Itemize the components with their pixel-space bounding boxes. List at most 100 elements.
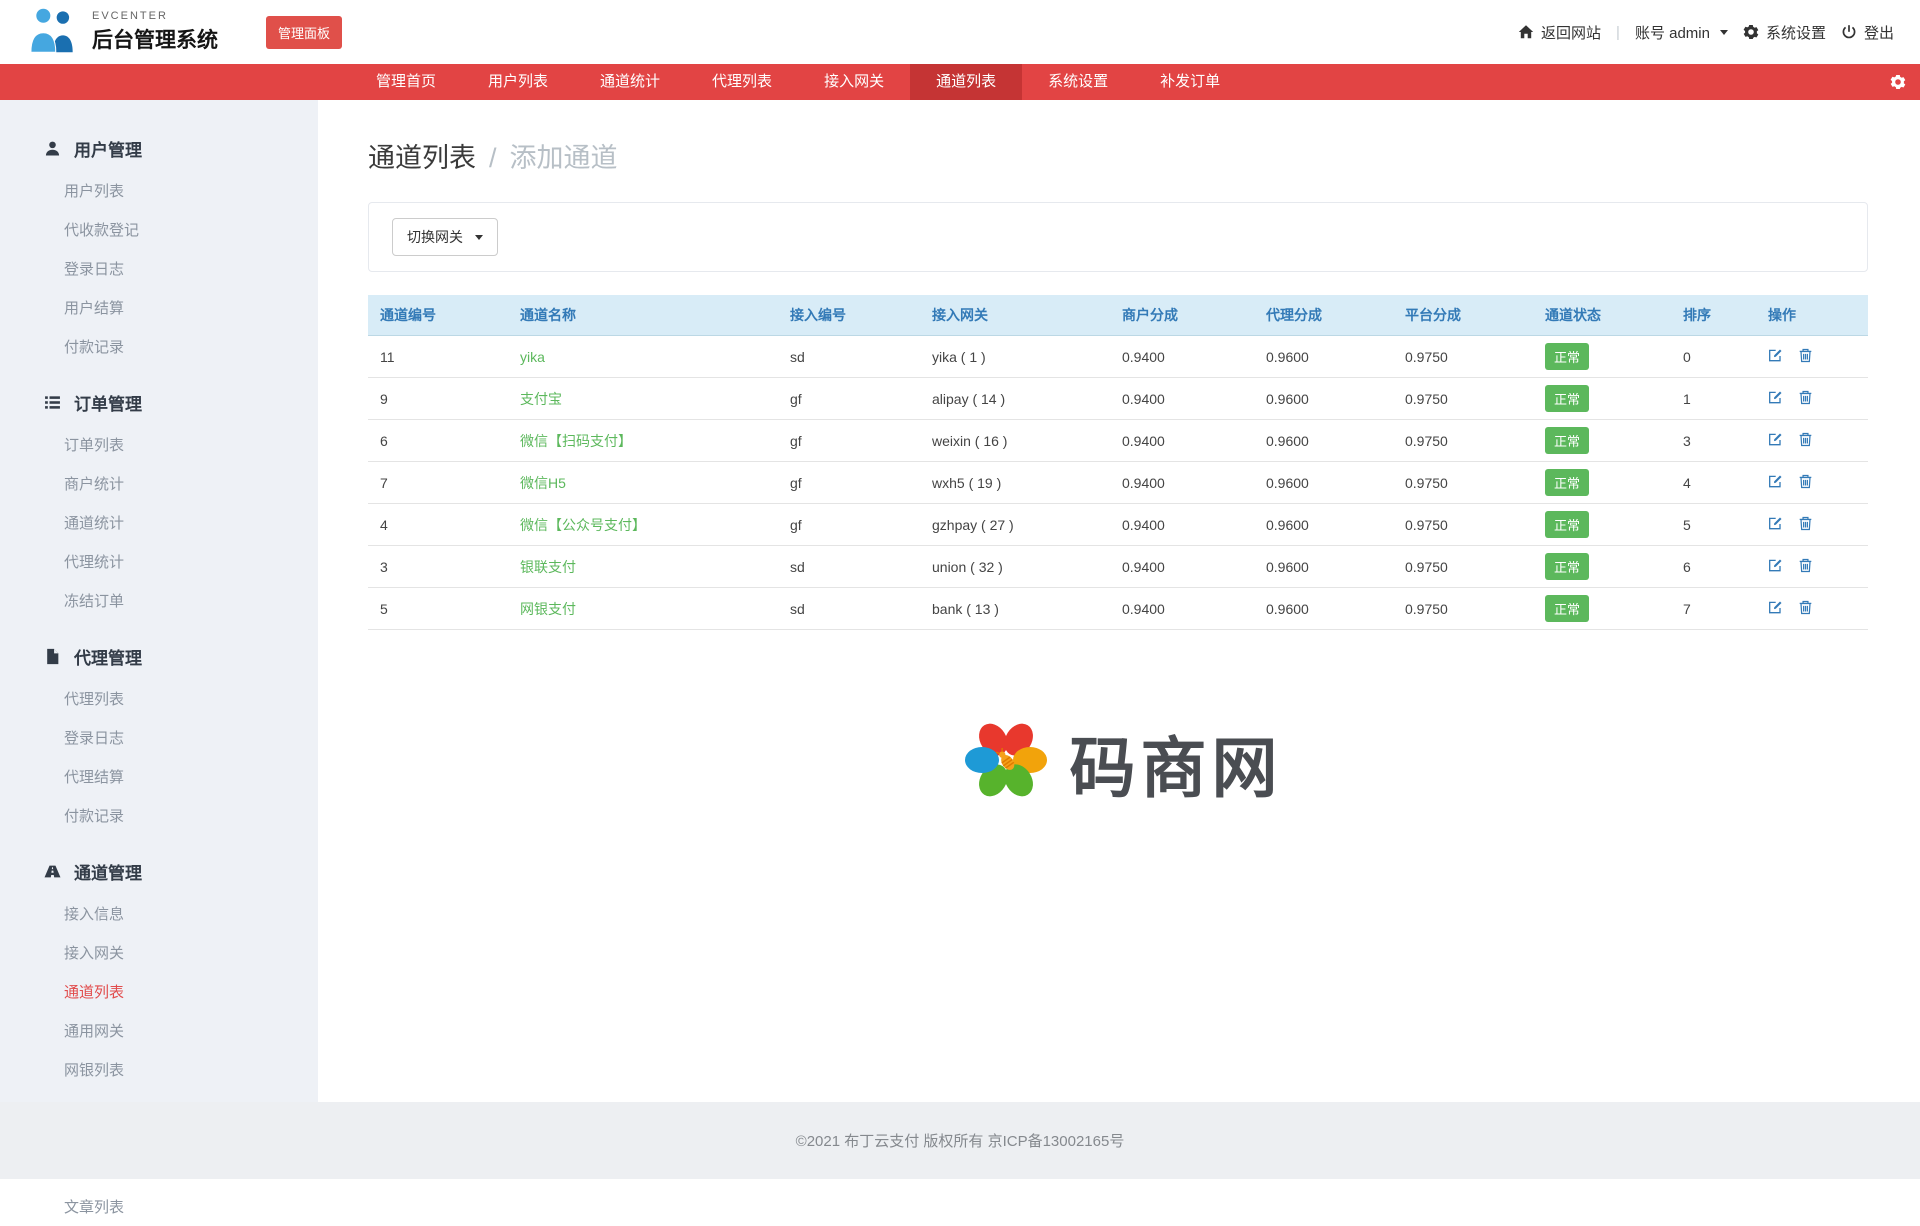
sidebar-item-付款记录[interactable]: 付款记录: [0, 796, 318, 835]
sidebar-item-网银列表[interactable]: 网银列表: [0, 1050, 318, 1089]
cell-merchant-share: 0.9400: [1110, 588, 1254, 630]
copyright-text: ©2021 布丁云支付 版权所有 京ICP备13002165号: [796, 1130, 1125, 1151]
add-channel-link[interactable]: 添加通道: [510, 136, 618, 175]
cell-sort: 4: [1671, 462, 1756, 504]
status-badge: 正常: [1545, 511, 1589, 538]
sidebar-item-通用网关[interactable]: 通用网关: [0, 1011, 318, 1050]
table-row: 3银联支付sdunion ( 32 )0.94000.96000.9750正常6: [368, 546, 1868, 588]
column-header-gateway: 接入网关: [920, 295, 1110, 336]
sidebar-item-接入信息[interactable]: 接入信息: [0, 894, 318, 933]
chevron-down-icon: [1720, 30, 1728, 35]
sidebar-item-付款记录[interactable]: 付款记录: [0, 327, 318, 366]
sidebar-item-用户列表[interactable]: 用户列表: [0, 171, 318, 210]
cell-access-code: sd: [778, 588, 920, 630]
sidebar-section-title[interactable]: 代理管理: [0, 634, 318, 679]
back-site-label: 返回网站: [1541, 22, 1601, 43]
edit-icon[interactable]: [1768, 558, 1783, 576]
brand-subtitle: EVCENTER: [92, 10, 218, 22]
sidebar-item-接入网关[interactable]: 接入网关: [0, 933, 318, 972]
channel-name-link[interactable]: 银联支付: [520, 559, 576, 575]
sidebar-section-title[interactable]: 通道管理: [0, 849, 318, 894]
account-menu[interactable]: 账号 admin: [1635, 22, 1728, 43]
sidebar-item-通道列表[interactable]: 通道列表: [0, 972, 318, 1011]
cell-platform-share: 0.9750: [1393, 420, 1533, 462]
cell-sort: 3: [1671, 420, 1756, 462]
nav-gear-button[interactable]: [1890, 64, 1906, 100]
nav-item-用户列表[interactable]: 用户列表: [462, 64, 574, 100]
edit-icon[interactable]: [1768, 474, 1783, 492]
nav-item-代理列表[interactable]: 代理列表: [686, 64, 798, 100]
trash-icon[interactable]: [1798, 516, 1813, 534]
gear-icon: [1890, 74, 1906, 90]
channel-name-link[interactable]: 支付宝: [520, 391, 562, 407]
channel-name-link[interactable]: 微信H5: [520, 475, 566, 491]
channel-name-link[interactable]: 网银支付: [520, 601, 576, 617]
sidebar-item-代理结算[interactable]: 代理结算: [0, 757, 318, 796]
cell-platform-share: 0.9750: [1393, 504, 1533, 546]
status-badge: 正常: [1545, 385, 1589, 412]
sidebar-item-用户结算[interactable]: 用户结算: [0, 288, 318, 327]
cell-sort: 5: [1671, 504, 1756, 546]
channel-name-link[interactable]: 微信【扫码支付】: [520, 433, 632, 449]
logout-link[interactable]: 登出: [1841, 22, 1894, 43]
cell-access-code: gf: [778, 378, 920, 420]
sidebar-item-文章列表[interactable]: 文章列表: [0, 1187, 318, 1226]
cell-gateway: weixin ( 16 ): [920, 420, 1110, 462]
trash-icon[interactable]: [1798, 558, 1813, 576]
switch-gateway-dropdown[interactable]: 切换网关: [392, 218, 498, 256]
edit-icon[interactable]: [1768, 348, 1783, 366]
sidebar-item-代理列表[interactable]: 代理列表: [0, 679, 318, 718]
trash-icon[interactable]: [1798, 474, 1813, 492]
edit-icon[interactable]: [1768, 390, 1783, 408]
brand-text: EVCENTER 后台管理系统: [92, 10, 218, 54]
breadcrumb: 通道列表 / 添加通道: [368, 136, 1868, 175]
admin-panel-button[interactable]: 管理面板: [266, 16, 342, 49]
nav-item-管理首页[interactable]: 管理首页: [350, 64, 462, 100]
sidebar-item-通道统计[interactable]: 通道统计: [0, 503, 318, 542]
cell-channel-id: 7: [368, 462, 508, 504]
cell-gateway: yika ( 1 ): [920, 336, 1110, 378]
trash-icon[interactable]: [1798, 600, 1813, 618]
edit-icon[interactable]: [1768, 516, 1783, 534]
status-badge: 正常: [1545, 553, 1589, 580]
nav-item-通道统计[interactable]: 通道统计: [574, 64, 686, 100]
nav-item-通道列表[interactable]: 通道列表: [910, 64, 1022, 100]
sidebar-item-代理统计[interactable]: 代理统计: [0, 542, 318, 581]
header-divider: |: [1616, 24, 1620, 41]
footer: ©2021 布丁云支付 版权所有 京ICP备13002165号: [0, 1102, 1920, 1179]
sidebar-item-登录日志[interactable]: 登录日志: [0, 249, 318, 288]
table-row: 4微信【公众号支付】gfgzhpay ( 27 )0.94000.96000.9…: [368, 504, 1868, 546]
channel-name-link[interactable]: 微信【公众号支付】: [520, 517, 646, 533]
brand-title: 后台管理系统: [92, 24, 218, 54]
trash-icon[interactable]: [1798, 432, 1813, 450]
sidebar-item-登录日志[interactable]: 登录日志: [0, 718, 318, 757]
flower-logo-icon: [954, 708, 1058, 817]
nav-item-接入网关[interactable]: 接入网关: [798, 64, 910, 100]
nav-item-系统设置[interactable]: 系统设置: [1022, 64, 1134, 100]
cell-merchant-share: 0.9400: [1110, 336, 1254, 378]
system-settings-link[interactable]: 系统设置: [1743, 22, 1826, 43]
nav-item-补发订单[interactable]: 补发订单: [1134, 64, 1246, 100]
sidebar-item-代收款登记[interactable]: 代收款登记: [0, 210, 318, 249]
trash-icon[interactable]: [1798, 390, 1813, 408]
sidebar-section-title[interactable]: 订单管理: [0, 380, 318, 425]
edit-icon[interactable]: [1768, 432, 1783, 450]
table-row: 9支付宝gfalipay ( 14 )0.94000.96000.9750正常1: [368, 378, 1868, 420]
cell-access-code: gf: [778, 462, 920, 504]
sidebar-section: 通道管理接入信息接入网关通道列表通用网关网银列表: [0, 849, 318, 1089]
channel-name-link[interactable]: yika: [520, 349, 545, 365]
trash-icon[interactable]: [1798, 348, 1813, 366]
cell-ops: [1756, 546, 1868, 588]
sidebar-section-title[interactable]: 用户管理: [0, 126, 318, 171]
brand: EVCENTER 后台管理系统: [26, 6, 218, 59]
toolbar-panel: 切换网关: [368, 202, 1868, 272]
sidebar-item-订单列表[interactable]: 订单列表: [0, 425, 318, 464]
sidebar-item-商户统计[interactable]: 商户统计: [0, 464, 318, 503]
sidebar-item-冻结订单[interactable]: 冻结订单: [0, 581, 318, 620]
edit-icon[interactable]: [1768, 600, 1783, 618]
cell-access-code: gf: [778, 504, 920, 546]
cell-access-code: sd: [778, 336, 920, 378]
back-site-link[interactable]: 返回网站: [1518, 22, 1601, 43]
layout: 用户管理用户列表代收款登记登录日志用户结算付款记录订单管理订单列表商户统计通道统…: [0, 100, 1920, 1102]
column-header-id: 通道编号: [368, 295, 508, 336]
